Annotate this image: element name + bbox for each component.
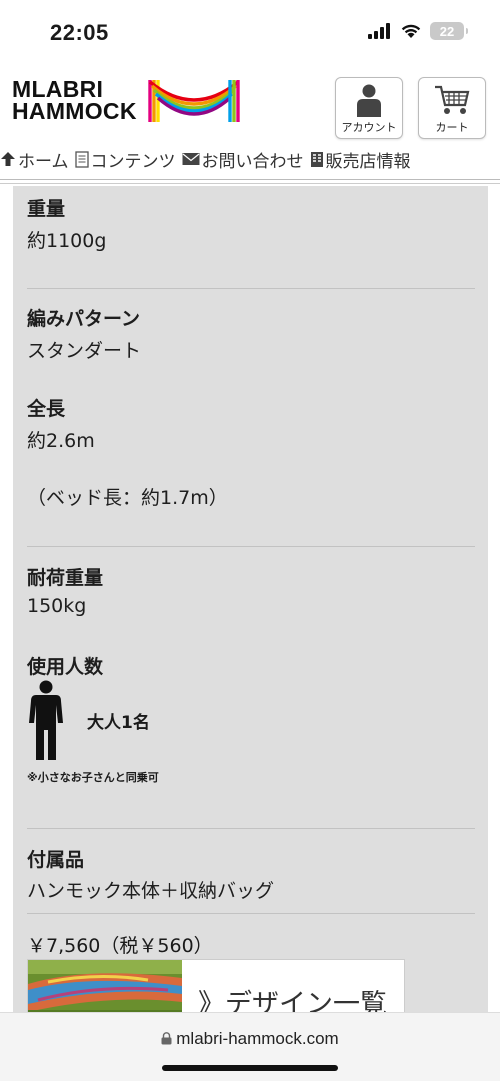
lock-icon [161, 1032, 172, 1045]
spec-pattern-label: 編みパターン [27, 308, 141, 330]
spec-divider [27, 828, 475, 829]
home-indicator[interactable] [162, 1065, 338, 1071]
spec-bed-length: （ベッド長：約1.7m） [27, 487, 228, 509]
spec-users-value: 大人1名 [87, 713, 150, 733]
account-button[interactable]: アカウント [335, 77, 403, 139]
spec-length-value: 約2.6m [27, 430, 95, 452]
price-text: ￥7,560（税￥560） [27, 935, 213, 957]
spec-users-label: 使用人数 [27, 656, 104, 678]
nav-home-label: ホーム [18, 151, 69, 172]
nav-contents-label: コンテンツ [90, 151, 176, 172]
design-list-label: 》デザイン一覧 [198, 989, 387, 1016]
cart-icon [435, 85, 470, 114]
design-list-banner[interactable]: 》デザイン一覧 [27, 959, 405, 1016]
spec-weight-label: 重量 [27, 198, 66, 220]
spec-panel: 重量 約1100g 編みパターン スタンダート 全長 約2.6m （ベッド長：約… [13, 186, 488, 1016]
spec-length-label: 全長 [27, 398, 66, 420]
nav-divider-2 [0, 183, 500, 184]
wifi-icon [401, 24, 421, 38]
signal-icon [368, 23, 390, 39]
nav-stores[interactable]: 販売店情報 [310, 147, 411, 172]
spec-accessories-label: 付属品 [27, 849, 85, 871]
building-icon [310, 151, 323, 167]
spec-divider [27, 546, 475, 547]
top-nav: ホーム コンテンツ お問い合わせ 販売店情報 [0, 146, 500, 172]
logo-line1: MLABRI [12, 76, 104, 102]
url-display: mlabri-hammock.com [0, 1029, 500, 1049]
spec-load-label: 耐荷重量 [27, 567, 104, 589]
up-arrow-icon [1, 152, 15, 166]
main-content: 重量 約1100g 編みパターン スタンダート 全長 約2.6m （ベッド長：約… [0, 186, 500, 1016]
logo-line2: HAMMOCK [12, 98, 137, 124]
nav-contact-label: お問い合わせ [201, 151, 304, 172]
account-label: アカウント [341, 121, 397, 134]
spec-divider [27, 288, 475, 289]
cart-button[interactable]: カート [418, 77, 486, 139]
spec-accessories-value: ハンモック本体＋収納バッグ [27, 880, 275, 902]
spec-weight-value: 約1100g [27, 230, 107, 252]
nav-home[interactable]: ホーム [0, 147, 69, 172]
spec-load-value: 150kg [27, 595, 87, 617]
hammock-photo [28, 960, 182, 1016]
nav-contact[interactable]: お問い合わせ [182, 147, 304, 172]
spec-pattern-value: スタンダート [27, 340, 142, 362]
status-time: 22:05 [50, 20, 109, 45]
person-icon [29, 680, 63, 760]
site-logo[interactable]: MLABRI HAMMOCK [12, 76, 137, 124]
user-icon [357, 84, 381, 117]
nav-divider [0, 179, 500, 180]
hammock-logo-mark [148, 80, 240, 122]
envelope-icon [182, 153, 199, 165]
spec-users-note: ※小さなお子さんと同乗可 [27, 771, 159, 784]
status-bar: 22:05 22 [0, 0, 500, 66]
browser-url-bar[interactable]: mlabri-hammock.com [0, 1012, 500, 1081]
cart-label: カート [435, 121, 469, 134]
document-icon [74, 150, 89, 168]
nav-stores-label: 販売店情報 [325, 151, 411, 172]
status-icons: 22 [368, 22, 468, 40]
battery-icon: 22 [430, 22, 468, 40]
nav-contents[interactable]: コンテンツ [74, 147, 176, 172]
spec-divider [27, 913, 475, 914]
url-text: mlabri-hammock.com [176, 1029, 339, 1048]
